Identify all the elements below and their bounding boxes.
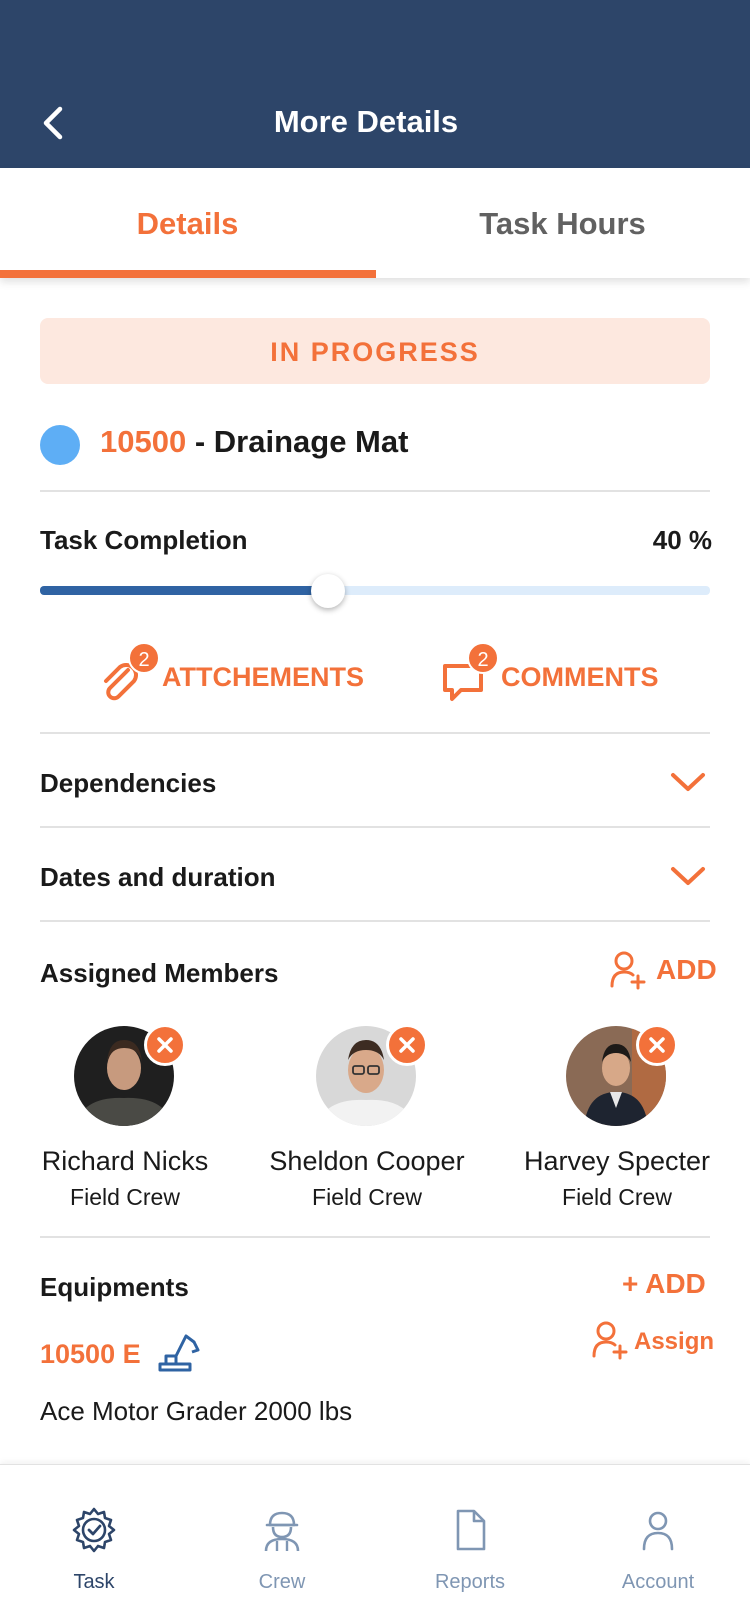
comments-count-badge: 2: [467, 642, 499, 674]
divider: [40, 826, 710, 828]
assigned-members-title: Assigned Members: [40, 958, 279, 988]
slider-fill: [40, 586, 329, 595]
close-icon: [649, 1037, 665, 1053]
tab-bar: Details Task Hours: [0, 168, 750, 278]
attachments-count-badge: 2: [128, 642, 160, 674]
nav-task-label: Task: [73, 1571, 115, 1593]
task-name: Drainage Mat: [213, 424, 409, 459]
member-role: Field Crew: [70, 1184, 180, 1210]
document-icon: [456, 1509, 486, 1551]
bottom-navigation: Task Crew Reports Account: [0, 1464, 750, 1624]
attachments-label: ATTCHEMENTS: [162, 662, 364, 692]
app-header: More Details: [0, 0, 750, 168]
divider: [40, 490, 710, 492]
remove-member-button[interactable]: [636, 1024, 678, 1066]
task-color-dot: [40, 425, 80, 465]
page-title: More Details: [273, 104, 459, 139]
completion-percent: 40 %: [652, 525, 712, 555]
nav-task[interactable]: Task: [0, 1465, 188, 1624]
member-name: Richard Nicks: [41, 1146, 209, 1176]
assign-label: Assign: [634, 1328, 715, 1355]
member-name: Harvey Specter: [523, 1146, 711, 1176]
comments-label: COMMENTS: [501, 662, 659, 692]
dependencies-row[interactable]: Dependencies: [40, 748, 710, 818]
equipment-code: 10500 E: [40, 1339, 141, 1369]
divider: [40, 1236, 710, 1238]
task-code: 10500: [100, 424, 187, 459]
equipments-title: Equipments: [40, 1272, 189, 1302]
comments-button[interactable]: 2 COMMENTS: [441, 642, 681, 710]
dates-duration-label: Dates and duration: [40, 862, 276, 892]
member-role: Field Crew: [562, 1184, 672, 1210]
member-name: Sheldon Cooper: [269, 1146, 465, 1176]
add-member-label: ADD: [656, 954, 717, 985]
add-equipment-button[interactable]: + ADD: [622, 1268, 706, 1300]
member-role: Field Crew: [312, 1184, 422, 1210]
nav-reports[interactable]: Reports: [376, 1465, 564, 1624]
chevron-down-icon: [671, 867, 705, 885]
active-tab-indicator: [0, 270, 376, 278]
excavator-icon: [158, 1334, 200, 1372]
slider-thumb[interactable]: [311, 574, 346, 608]
close-icon: [399, 1037, 415, 1053]
tab-task-hours[interactable]: Task Hours: [375, 168, 750, 278]
remove-member-button[interactable]: [386, 1024, 428, 1066]
user-icon: [642, 1511, 674, 1551]
equipment-name: Ace Motor Grader 2000 lbs: [40, 1396, 353, 1426]
nav-crew-label: Crew: [258, 1571, 306, 1593]
gear-check-icon: [72, 1507, 116, 1553]
divider: [40, 732, 710, 734]
completion-label: Task Completion: [40, 525, 248, 555]
completion-slider[interactable]: [40, 574, 710, 608]
close-icon: [157, 1037, 173, 1053]
worker-icon: [264, 1511, 300, 1552]
remove-member-button[interactable]: [144, 1024, 186, 1066]
nav-reports-label: Reports: [434, 1571, 506, 1593]
divider: [40, 920, 710, 922]
nav-account-label: Account: [621, 1571, 695, 1593]
tab-details[interactable]: Details: [0, 168, 375, 278]
task-title: 10500 - Drainage Mat: [100, 424, 408, 460]
dependencies-label: Dependencies: [40, 768, 217, 798]
attachments-button[interactable]: 2 ATTCHEMENTS: [98, 642, 368, 710]
dates-duration-row[interactable]: Dates and duration: [40, 842, 710, 912]
chevron-down-icon: [671, 773, 705, 791]
nav-account[interactable]: Account: [564, 1465, 750, 1624]
task-separator: -: [186, 424, 214, 459]
add-user-icon: [592, 1321, 628, 1360]
nav-crew[interactable]: Crew: [188, 1465, 376, 1624]
add-user-icon: [610, 951, 646, 990]
status-badge: IN PROGRESS: [40, 318, 710, 384]
